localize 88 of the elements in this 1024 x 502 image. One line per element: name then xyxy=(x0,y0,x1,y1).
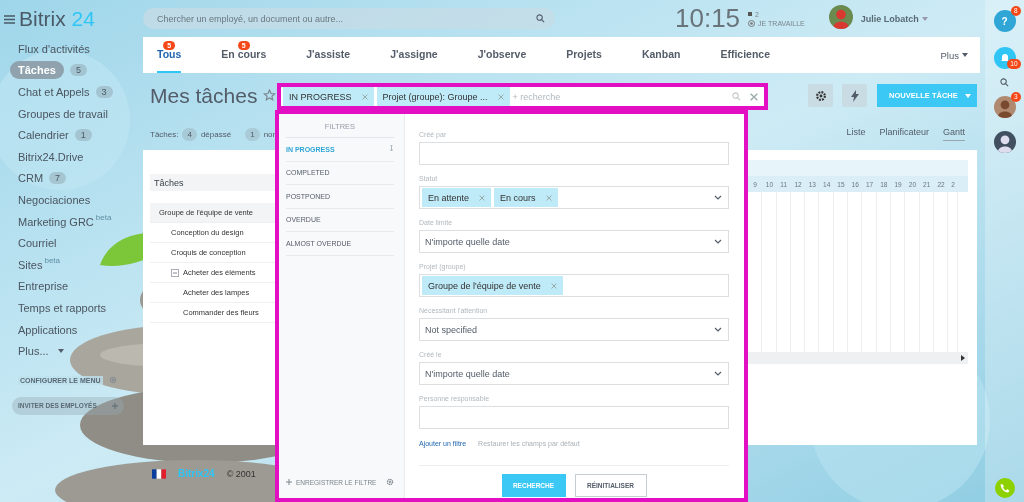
menu-item[interactable]: Tâches 5 xyxy=(4,59,143,82)
record-icon xyxy=(748,19,756,27)
chevron-down-icon xyxy=(714,371,722,376)
tab[interactable]: J'observe xyxy=(477,37,527,73)
menu-item[interactable]: Temps et rapports xyxy=(4,297,143,319)
page-title: Mes tâches xyxy=(150,83,258,108)
caret-icon[interactable] xyxy=(962,53,968,57)
more-tab[interactable]: Plus xyxy=(940,37,968,73)
beta-label: beta xyxy=(44,255,61,265)
tab[interactable]: Efficience xyxy=(720,37,770,73)
pin-icon[interactable] xyxy=(389,145,394,154)
view-tab[interactable]: Liste xyxy=(846,127,866,141)
tab[interactable]: Kanban xyxy=(641,37,681,73)
remove-icon[interactable] xyxy=(550,282,557,289)
value-chip[interactable]: En cours xyxy=(494,188,558,207)
more-menu[interactable]: Plus... xyxy=(4,340,143,362)
search-field[interactable]: Chercher un employé, un document ou autre... xyxy=(143,8,555,29)
remove-icon[interactable] xyxy=(497,93,504,100)
beta-label: beta xyxy=(95,212,112,222)
column-header: Tâches xyxy=(150,174,275,191)
phone-icon xyxy=(999,483,1010,493)
menu-item[interactable]: Negociaciones xyxy=(4,189,143,211)
menu-item[interactable]: Bitrix24.Drive xyxy=(4,145,143,168)
search-icon xyxy=(732,92,741,101)
brand-logo: Bitrix24 xyxy=(178,468,215,479)
scroll-right-icon[interactable] xyxy=(961,355,965,361)
settings-icon xyxy=(386,478,394,486)
menu-item[interactable]: Groupes de travail xyxy=(4,102,143,125)
menu-icon[interactable] xyxy=(4,14,15,24)
plus-icon xyxy=(112,402,118,409)
filter-search-bar[interactable]: IN PROGRESS Projet (groupe): Groupe ... + recherche xyxy=(277,83,768,110)
settings-button[interactable] xyxy=(808,84,833,107)
user-name[interactable]: Julie Lobatch xyxy=(860,13,919,24)
caret-icon[interactable] xyxy=(57,349,64,354)
chevron-down-icon xyxy=(714,327,722,332)
counters-label: Tâches: xyxy=(150,129,179,139)
flag-icon[interactable] xyxy=(152,468,166,479)
input-field[interactable] xyxy=(419,406,729,429)
count-badge: 3 xyxy=(95,86,113,98)
select-field[interactable]: En attente En cours xyxy=(419,186,729,209)
select-field[interactable]: N'importe quelle date xyxy=(419,362,729,385)
tab[interactable]: Projets xyxy=(566,37,602,73)
remove-icon[interactable] xyxy=(545,194,552,201)
remove-icon[interactable] xyxy=(361,93,368,100)
view-tab[interactable]: Planificateur xyxy=(879,127,929,141)
tab[interactable]: J'assigne xyxy=(390,37,438,73)
remove-icon[interactable] xyxy=(479,194,486,201)
menu-item[interactable]: Courriel xyxy=(4,232,143,254)
input-field[interactable] xyxy=(419,142,729,165)
star-icon[interactable] xyxy=(263,89,277,102)
copyright: © 2001 xyxy=(226,468,256,479)
select-field[interactable]: N'importe quelle date xyxy=(419,230,729,253)
search-icon xyxy=(1000,78,1009,87)
tab[interactable]: J'assiste xyxy=(306,37,351,73)
count-badge: 1 xyxy=(74,129,92,142)
lightning-button[interactable] xyxy=(842,84,867,107)
menu-item[interactable]: Applications xyxy=(4,318,143,341)
menu-item[interactable]: Flux d'activités xyxy=(4,38,143,60)
count-badge: 7 xyxy=(49,172,67,185)
close-icon[interactable] xyxy=(750,92,758,101)
menu-item[interactable]: Entreprise xyxy=(4,275,143,298)
select-field[interactable]: Not specified xyxy=(419,318,729,341)
search-placeholder: + recherche xyxy=(512,91,562,102)
menu-item[interactable]: Calendrier 1 xyxy=(4,124,143,146)
menu-item[interactable]: Chat et Appels 3 xyxy=(4,81,143,103)
chevron-down-icon xyxy=(714,239,722,244)
search-icon xyxy=(536,14,545,23)
value-chip[interactable]: En attente xyxy=(422,188,492,207)
counter-badge[interactable]: 1 xyxy=(245,127,260,141)
count-badge: 5 xyxy=(69,64,87,77)
collapse-icon[interactable] xyxy=(171,268,179,277)
settings-icon xyxy=(814,89,827,102)
counter-label[interactable]: non xyxy=(263,129,277,139)
view-tab[interactable]: Gantt xyxy=(943,127,965,141)
logo[interactable]: Bitrix 24 xyxy=(4,8,143,30)
value-chip[interactable]: Groupe de l'équipe de vente xyxy=(422,276,563,295)
plus-icon xyxy=(286,479,292,485)
clock: 10:15 xyxy=(675,3,741,34)
bell-icon xyxy=(999,53,1010,63)
menu-item[interactable]: CRM 7 xyxy=(4,167,143,190)
tag-field[interactable]: Groupe de l'équipe de vente xyxy=(419,274,729,297)
lightning-icon xyxy=(850,89,859,102)
filter-chip[interactable]: IN PROGRESS xyxy=(283,87,374,106)
counter-label[interactable]: dépassé xyxy=(200,129,232,139)
counter-badge[interactable]: 4 xyxy=(182,127,197,141)
filter-chip[interactable]: Projet (groupe): Groupe ... xyxy=(376,87,510,106)
chevron-down-icon xyxy=(714,195,722,200)
settings-icon xyxy=(108,376,117,385)
